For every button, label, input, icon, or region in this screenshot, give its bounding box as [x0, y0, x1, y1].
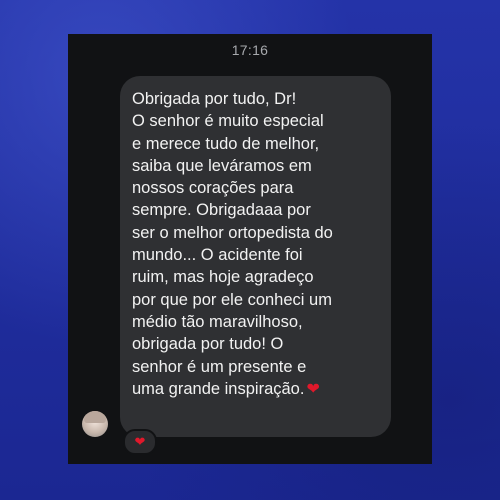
avatar[interactable]: [82, 411, 108, 437]
message-text: Obrigada por tudo, Dr! O senhor é muito …: [132, 90, 333, 398]
chat-screen: 17:16 Obrigada por tudo, Dr! O senhor é …: [68, 34, 432, 464]
heart-icon: ❤: [306, 380, 320, 398]
message-timestamp: 17:16: [231, 42, 269, 58]
heart-reaction-icon[interactable]: ❤: [123, 429, 157, 455]
message-text-wrapper: Obrigada por tudo, Dr! O senhor é muito …: [132, 88, 377, 401]
avatar-hair: [84, 411, 106, 423]
message-bubble[interactable]: Obrigada por tudo, Dr! O senhor é muito …: [120, 76, 391, 437]
